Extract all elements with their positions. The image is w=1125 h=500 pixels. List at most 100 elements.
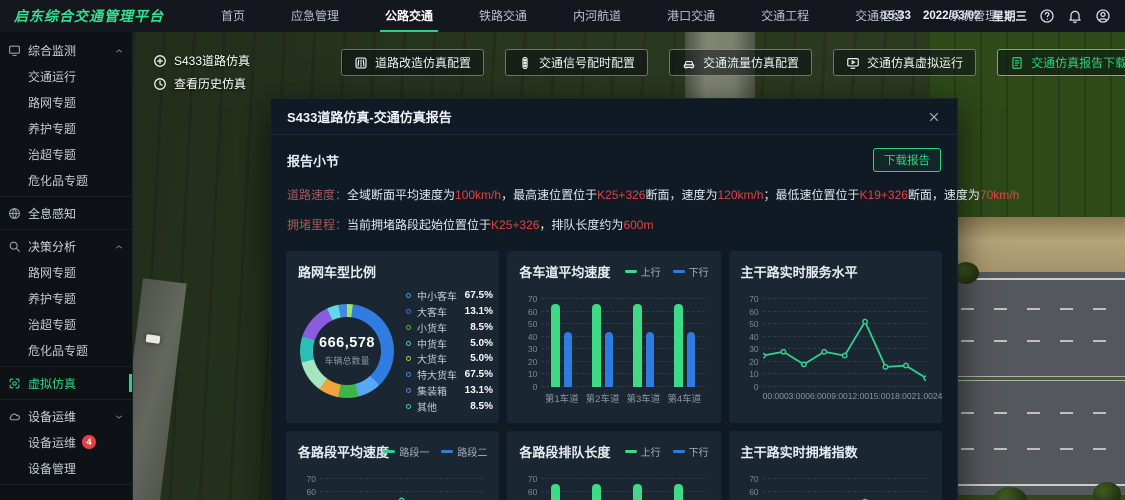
y-tick: 60 xyxy=(296,487,316,497)
x-axis-labels: 00:0003:0006:0009:0012:0015:0018:0021:00… xyxy=(763,391,926,401)
current-simulation-button[interactable]: S433道路仿真 xyxy=(153,49,250,72)
sidebar-item-4[interactable]: 设备运维 xyxy=(0,403,132,429)
bar-group xyxy=(541,299,582,387)
signal-icon xyxy=(518,56,532,70)
nav-item-5[interactable]: 港口交通 xyxy=(644,0,738,32)
sidebar-subitem-0-4[interactable]: 危化品专题 xyxy=(0,167,132,193)
y-axis-labels: 706050403020100 xyxy=(296,474,316,500)
chart-card-service-level: 主干路实时服务水平 70605040302010000:0003:0006:00… xyxy=(729,251,942,423)
sidebar-item-0[interactable]: 综合监测 xyxy=(0,37,132,63)
x-tick: 第3车道 xyxy=(623,391,664,405)
sidebar-subitem-2-1[interactable]: 养护专题 xyxy=(0,285,132,311)
legend-count: 65 xyxy=(493,369,499,380)
history-label: 查看历史仿真 xyxy=(174,75,246,92)
bar-group xyxy=(623,299,664,387)
close-icon[interactable] xyxy=(927,110,941,124)
sidebar-subitem-2-2[interactable]: 治超专题 xyxy=(0,311,132,337)
chart-title: 路网车型比例 xyxy=(298,262,487,281)
report-text-segment: K25+326 xyxy=(491,218,539,232)
sidebar-subitem-0-1[interactable]: 路网专题 xyxy=(0,89,132,115)
report-text-segment: K19+326 xyxy=(860,188,908,202)
donut-legend-item-小货车[interactable]: 小货车8.5%20 xyxy=(406,320,499,335)
y-tick: 60 xyxy=(739,307,759,317)
clock-icon xyxy=(153,77,167,91)
donut-legend-item-其他[interactable]: 其他8.5%20 xyxy=(406,399,499,414)
legend-label: 上行 xyxy=(641,264,661,279)
nav-item-2[interactable]: 公路交通 xyxy=(362,0,456,32)
sidebar-item-2[interactable]: 决策分析 xyxy=(0,233,132,259)
y-tick: 60 xyxy=(517,307,537,317)
toolbar-button-0[interactable]: 道路改造仿真配置 xyxy=(341,49,484,76)
legend-item-上行[interactable]: 上行 xyxy=(625,444,661,459)
nav-item-4[interactable]: 内河航道 xyxy=(550,0,644,32)
donut-legend-item-集装箱[interactable]: 集装箱13.1%30 xyxy=(406,383,499,398)
donut-legend-item-大客车[interactable]: 大客车13.1%30 xyxy=(406,304,499,319)
platform-logo: 启东综合交通管理平台 xyxy=(0,6,178,26)
notification-bell-icon[interactable] xyxy=(1067,8,1083,24)
user-avatar-icon[interactable] xyxy=(1095,8,1111,24)
toolbar-button-label: 交通信号配时配置 xyxy=(539,54,635,71)
notification-badge: 4 xyxy=(82,435,96,449)
line-chart: 70605040302010000:0003:0006:0009:0012:00… xyxy=(741,287,930,415)
report-text-segment: 100km/h xyxy=(455,188,501,202)
legend-name: 中小客车 xyxy=(417,288,457,303)
y-tick: 0 xyxy=(739,382,759,392)
help-icon[interactable] xyxy=(1039,8,1055,24)
download-report-button[interactable]: 下载报告 xyxy=(873,148,941,172)
donut-legend-item-中小客车[interactable]: 中小客车67.5%65 xyxy=(406,288,499,303)
legend-item-下行[interactable]: 下行 xyxy=(673,264,709,279)
cloud-icon xyxy=(8,410,21,423)
nav-item-1[interactable]: 应急管理 xyxy=(268,0,362,32)
nav-item-7[interactable]: 交通枢纽 xyxy=(832,0,926,32)
sidebar-divider xyxy=(0,399,132,400)
plot-area: 706050403020100 xyxy=(320,479,483,500)
y-tick: 70 xyxy=(296,474,316,484)
chart-legend: 路段一路段二 xyxy=(383,444,487,459)
y-tick: 10 xyxy=(739,369,759,379)
sidebar-subitem-2-0[interactable]: 路网专题 xyxy=(0,259,132,285)
toolbar-button-2[interactable]: 交通流量仿真配置 xyxy=(669,49,812,76)
sidebar-subitem-label: 设备运维 xyxy=(28,434,76,451)
legend-dot xyxy=(406,309,411,314)
sidebar-subitem-0-2[interactable]: 养护专题 xyxy=(0,115,132,141)
sidebar-item-3[interactable]: 虚拟仿真 xyxy=(0,370,132,396)
legend-item-下行[interactable]: 下行 xyxy=(673,444,709,459)
nav-item-3[interactable]: 铁路交通 xyxy=(456,0,550,32)
nav-item-8[interactable]: 系统管理 xyxy=(926,0,1020,32)
toolbar-button-3[interactable]: 交通仿真虚拟运行 xyxy=(833,49,976,76)
sidebar-subitem-2-3[interactable]: 危化品专题 xyxy=(0,337,132,363)
toolbar-button-4[interactable]: 交通仿真报告下载 xyxy=(997,49,1125,76)
y-tick: 30 xyxy=(739,344,759,354)
chevron-up-icon xyxy=(114,45,124,55)
view-history-button[interactable]: 查看历史仿真 xyxy=(153,72,250,95)
sidebar-subitem-4-0[interactable]: 设备运维 4 xyxy=(0,429,132,455)
legend-name: 特大货车 xyxy=(417,367,457,382)
y-axis-labels: 706050403020100 xyxy=(739,294,759,392)
legend-item-路段二[interactable]: 路段二 xyxy=(441,444,487,459)
bar-下行 xyxy=(646,332,654,387)
nav-item-0[interactable]: 首页 xyxy=(198,0,268,32)
sidebar-subitem-0-3[interactable]: 治超专题 xyxy=(0,141,132,167)
bar-groups xyxy=(541,299,704,387)
donut-legend-item-大货车[interactable]: 大货车5.0%2 xyxy=(406,351,499,366)
x-tick: 21:00 xyxy=(912,391,933,401)
toolbar-button-1[interactable]: 交通信号配时配置 xyxy=(505,49,648,76)
sidebar-item-label: 全息感知 xyxy=(28,205,76,222)
donut-legend-item-中货车[interactable]: 中货车5.0%2 xyxy=(406,336,499,351)
legend-item-上行[interactable]: 上行 xyxy=(625,264,661,279)
modal-title: S433道路仿真-交通仿真报告 xyxy=(287,107,452,126)
bar-上行 xyxy=(592,484,601,500)
bar-下行 xyxy=(687,332,695,387)
legend-item-路段一[interactable]: 路段一 xyxy=(383,444,429,459)
sidebar-subitem-label: 路网专题 xyxy=(28,264,76,281)
sidebar-subitem-0-0[interactable]: 交通运行 xyxy=(0,63,132,89)
x-tick: 00:00 xyxy=(763,391,784,401)
nav-item-6[interactable]: 交通工程 xyxy=(738,0,832,32)
sidebar-item-1[interactable]: 全息感知 xyxy=(0,200,132,226)
chart-card-congestion-index: 主干路实时拥堵指数 706050403020100 xyxy=(729,431,942,500)
x-axis-labels: 第1车道第2车道第3车道第4车道 xyxy=(541,391,704,405)
x-tick: 09:00 xyxy=(827,391,848,401)
sidebar-subitem-4-1[interactable]: 设备管理 xyxy=(0,455,132,481)
donut-legend-item-特大货车[interactable]: 特大货车67.5%65 xyxy=(406,367,499,382)
sidebar-subitem-label: 养护专题 xyxy=(28,290,76,307)
